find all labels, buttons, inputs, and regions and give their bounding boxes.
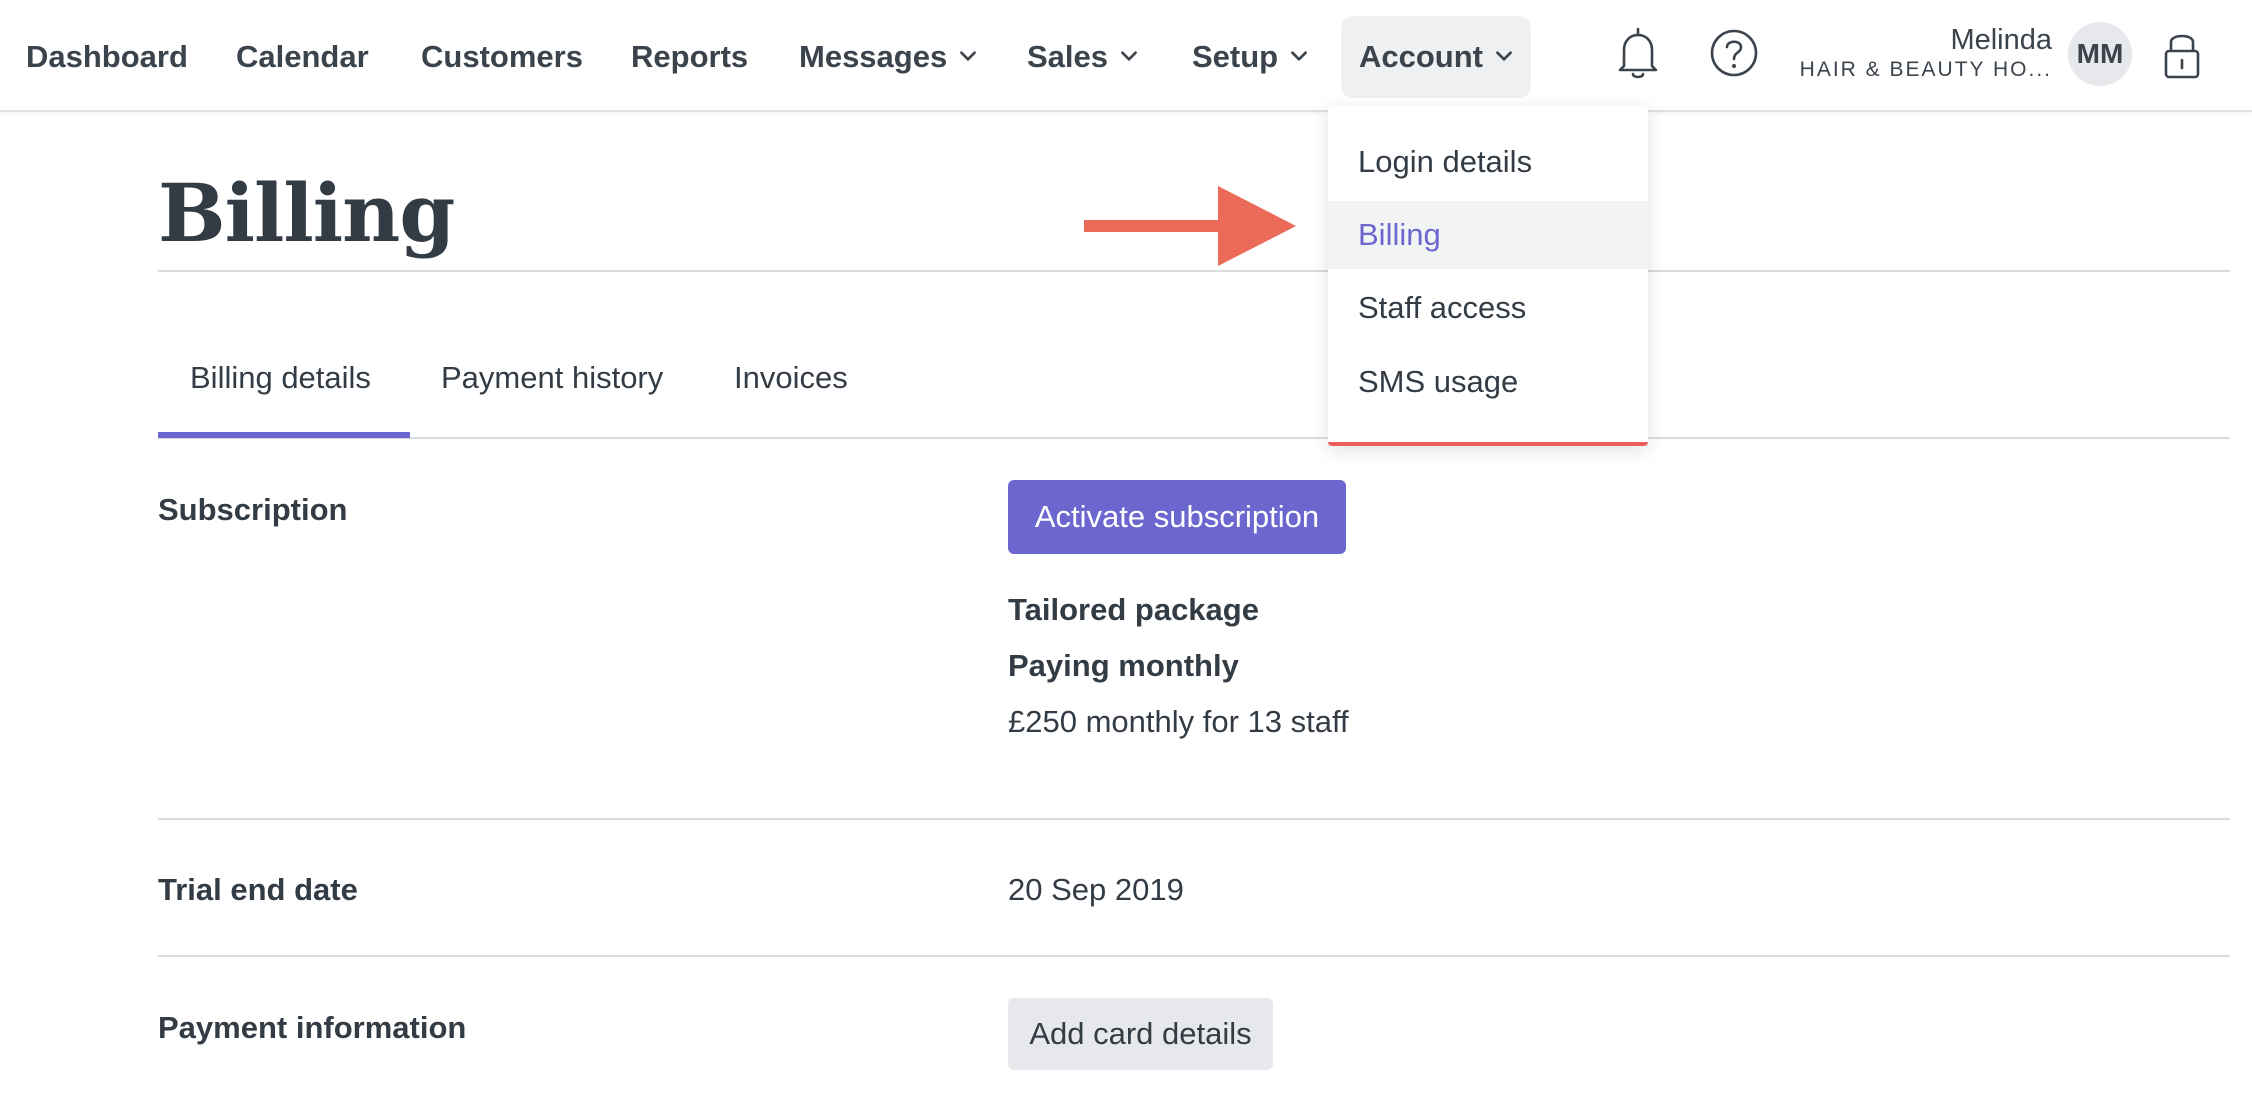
tab-billing-details[interactable]: Billing details bbox=[190, 360, 371, 396]
lock-icon[interactable] bbox=[2154, 24, 2210, 84]
nav-calendar[interactable]: Calendar bbox=[236, 16, 369, 98]
nav-account-label: Account bbox=[1359, 39, 1483, 74]
divider bbox=[158, 818, 2230, 820]
nav-messages[interactable]: Messages bbox=[799, 16, 979, 98]
nav-dashboard[interactable]: Dashboard bbox=[26, 16, 188, 98]
tab-invoices[interactable]: Invoices bbox=[734, 360, 848, 396]
chevron-down-icon bbox=[1291, 51, 1308, 61]
nav-messages-label: Messages bbox=[799, 39, 948, 74]
tab-payment-history[interactable]: Payment history bbox=[441, 360, 663, 396]
menu-item-staff-access[interactable]: Staff access bbox=[1328, 274, 1648, 342]
nav-sales-label: Sales bbox=[1027, 39, 1109, 74]
user-name: Melinda bbox=[1950, 24, 2052, 56]
trial-end-date-value: 20 Sep 2019 bbox=[1008, 872, 1184, 907]
bell-icon[interactable] bbox=[1610, 24, 1666, 84]
menu-item-billing[interactable]: Billing bbox=[1328, 201, 1648, 269]
nav-sales[interactable]: Sales bbox=[1027, 16, 1140, 98]
active-tab-indicator bbox=[158, 432, 410, 438]
user-organization: HAIR & BEAUTY HO... bbox=[1799, 58, 2052, 81]
trial-end-date-label: Trial end date bbox=[158, 872, 358, 907]
payment-frequency: Paying monthly bbox=[1008, 648, 1239, 683]
avatar[interactable]: MM bbox=[2068, 22, 2132, 86]
divider bbox=[158, 270, 2230, 272]
nav-setup-label: Setup bbox=[1192, 39, 1279, 74]
menu-item-sms-usage[interactable]: SMS usage bbox=[1328, 348, 1648, 416]
subscription-label: Subscription bbox=[158, 492, 348, 527]
nav-account[interactable]: Account bbox=[1341, 16, 1531, 98]
help-circle-icon[interactable] bbox=[1706, 24, 1762, 84]
nav-setup[interactable]: Setup bbox=[1192, 16, 1310, 98]
activate-subscription-button[interactable]: Activate subscription bbox=[1008, 480, 1346, 554]
menu-item-login-details[interactable]: Login details bbox=[1328, 128, 1648, 196]
page-title: Billing bbox=[158, 166, 455, 260]
chevron-down-icon bbox=[1496, 51, 1512, 61]
add-card-details-button[interactable]: Add card details bbox=[1008, 998, 1273, 1070]
account-dropdown-menu: Login details Billing Staff access SMS u… bbox=[1328, 106, 1648, 446]
subscription-price: £250 monthly for 13 staff bbox=[1008, 704, 1349, 739]
chevron-down-icon bbox=[960, 51, 977, 61]
top-navigation: Dashboard Calendar Customers Reports Mes… bbox=[0, 0, 2252, 112]
package-name: Tailored package bbox=[1008, 592, 1259, 627]
arrow-annotation-icon bbox=[1084, 186, 1296, 266]
chevron-down-icon bbox=[1121, 51, 1137, 61]
payment-information-label: Payment information bbox=[158, 1010, 467, 1045]
divider bbox=[158, 437, 2230, 439]
nav-customers[interactable]: Customers bbox=[421, 16, 583, 98]
nav-reports[interactable]: Reports bbox=[631, 16, 748, 98]
divider bbox=[158, 955, 2230, 957]
